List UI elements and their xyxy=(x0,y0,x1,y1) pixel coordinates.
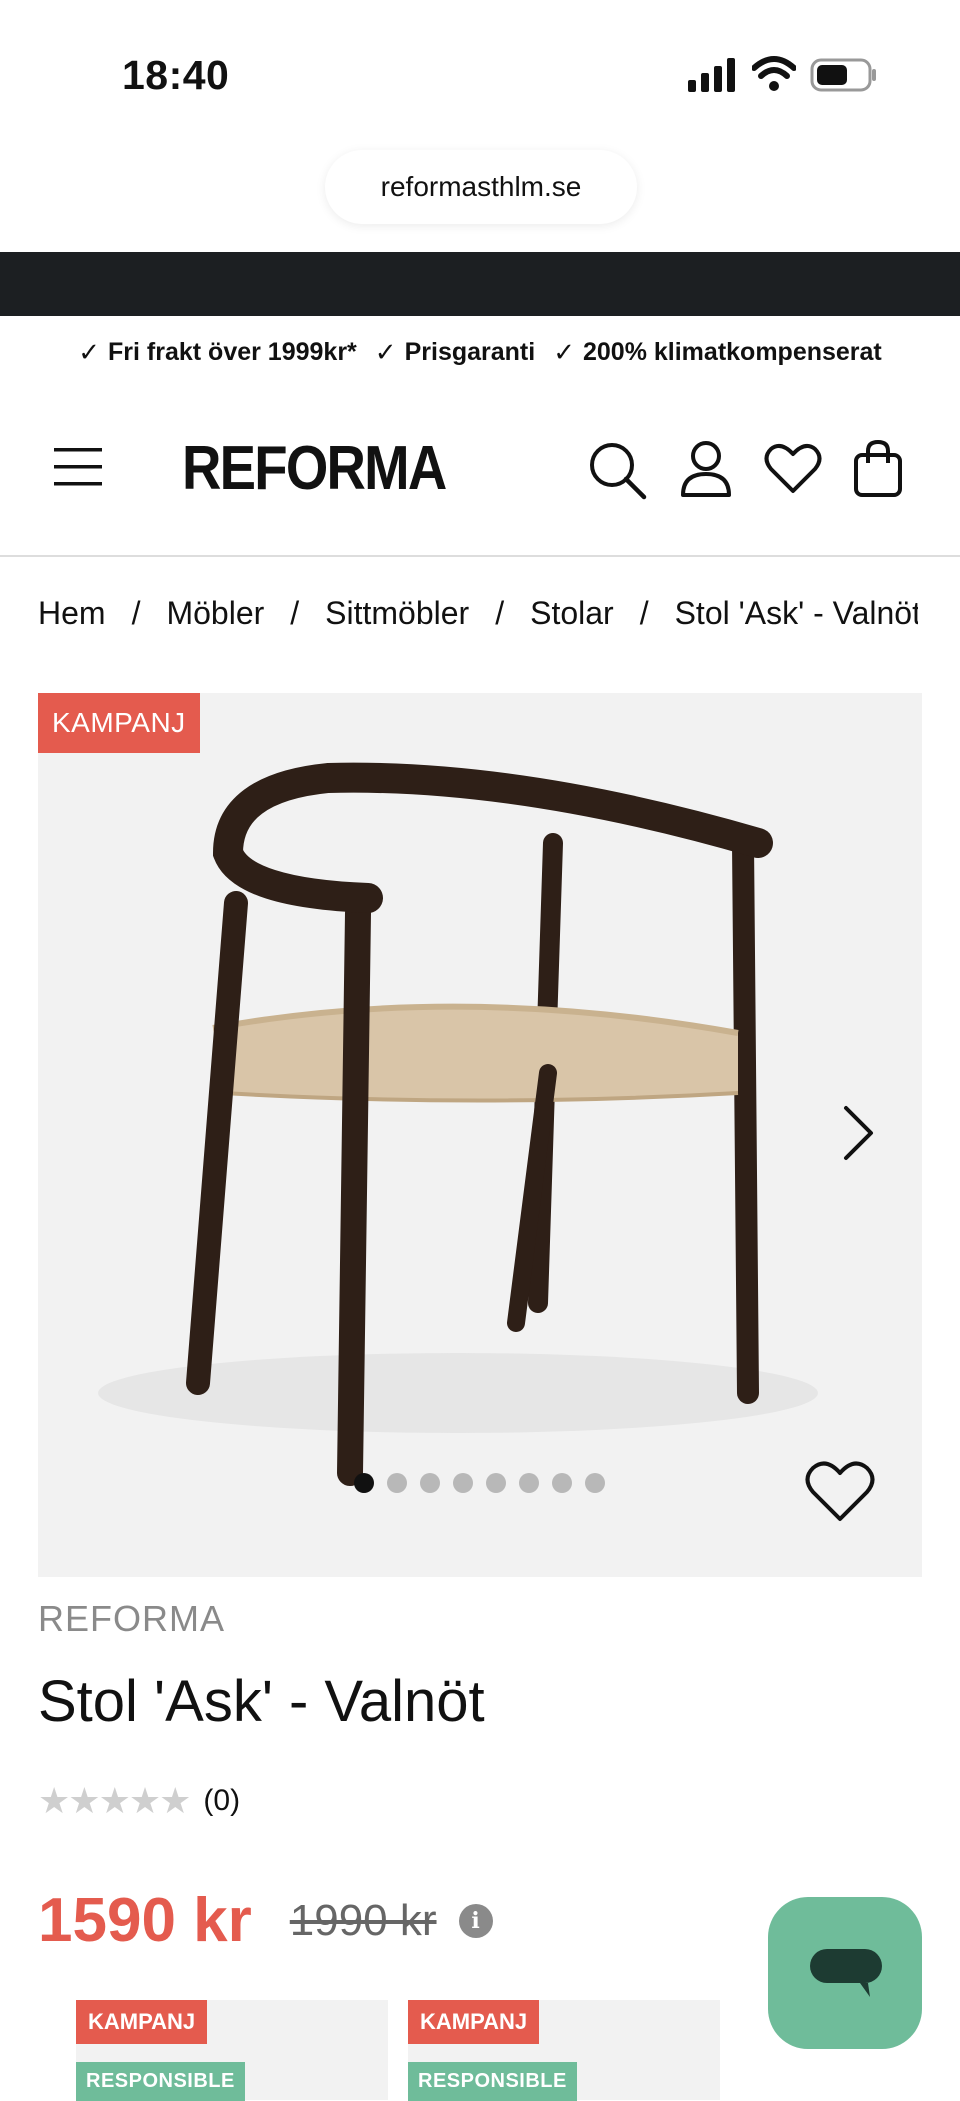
breadcrumb: Hem / Möbler / Sittmöbler / Stolar / Sto… xyxy=(38,595,918,632)
related-product-card[interactable]: KAMPANJ RESPONSIBLE xyxy=(408,2000,720,2101)
review-count: (0) xyxy=(203,1784,241,1817)
breadcrumb-separator: / xyxy=(290,595,300,631)
product-title: Stol 'Ask' - Valnöt xyxy=(38,1669,485,1734)
pagination-dot[interactable] xyxy=(453,1473,473,1493)
star-icon: ★ xyxy=(38,1780,71,1821)
responsible-badge: RESPONSIBLE xyxy=(408,2062,577,2101)
usp-label: 200% klimatkompenserat xyxy=(583,337,882,366)
usp-item: ✓ Fri frakt över 1999kr* xyxy=(78,337,357,368)
star-icon: ★ xyxy=(128,1780,162,1821)
breadcrumb-separator: / xyxy=(639,595,649,631)
logo[interactable]: REFORMA xyxy=(182,433,447,504)
battery-icon xyxy=(810,58,876,92)
campaign-badge: KAMPANJ xyxy=(76,2000,208,2044)
check-icon: ✓ xyxy=(78,336,101,367)
pagination-dot[interactable] xyxy=(486,1473,506,1493)
heart-icon[interactable] xyxy=(764,443,822,495)
chat-icon xyxy=(810,1949,882,1997)
account-icon[interactable] xyxy=(678,439,734,499)
check-icon: ✓ xyxy=(374,336,397,367)
pagination-dot[interactable] xyxy=(519,1473,539,1493)
breadcrumb-link[interactable]: Möbler xyxy=(166,595,264,632)
address-bar[interactable]: reformasthlm.se xyxy=(325,150,637,224)
chair-image xyxy=(98,762,818,1486)
pagination-dot[interactable] xyxy=(354,1473,374,1493)
campaign-badge: KAMPANJ xyxy=(38,693,200,753)
bag-icon[interactable] xyxy=(853,439,903,497)
breadcrumb-current: Stol 'Ask' - Valnöt xyxy=(674,595,918,631)
image-pagination xyxy=(354,1473,605,1493)
product-image-gallery[interactable]: KAMPANJ xyxy=(38,693,922,1577)
signal-icon xyxy=(688,58,735,92)
responsible-badge: RESPONSIBLE xyxy=(76,2062,245,2101)
price-row: 1590 kr 1990 kr i xyxy=(38,1885,493,1956)
breadcrumb-separator: / xyxy=(131,595,141,631)
related-product-card[interactable]: KAMPANJ RESPONSIBLE xyxy=(76,2000,388,2101)
chevron-right-icon[interactable] xyxy=(838,1103,878,1163)
status-time: 18:40 xyxy=(122,52,230,98)
pagination-dot[interactable] xyxy=(552,1473,572,1493)
star-icon: ★ xyxy=(159,1780,192,1821)
star-icon: ★ xyxy=(68,1780,101,1821)
breadcrumb-link[interactable]: Sittmöbler xyxy=(325,595,469,632)
top-banner xyxy=(0,252,960,316)
usp-item: ✓ 200% klimatkompenserat xyxy=(553,337,882,368)
pagination-dot[interactable] xyxy=(420,1473,440,1493)
url-text: reformasthlm.se xyxy=(380,171,582,202)
usp-item: ✓ Prisgaranti xyxy=(375,337,535,368)
breadcrumb-link[interactable]: Hem xyxy=(38,595,106,632)
search-icon[interactable] xyxy=(588,441,648,501)
breadcrumb-link[interactable]: Stolar xyxy=(530,595,614,632)
rating[interactable]: ★ ★ ★ ★ ★ (0) xyxy=(38,1780,240,1822)
breadcrumb-separator: / xyxy=(495,595,505,631)
usp-label: Prisgaranti xyxy=(404,337,536,366)
original-price: 1990 kr xyxy=(289,1895,437,1945)
chat-button[interactable] xyxy=(768,1897,922,2049)
heart-icon[interactable] xyxy=(804,1459,876,1525)
pagination-dot[interactable] xyxy=(387,1473,407,1493)
star-icon: ★ xyxy=(98,1780,131,1821)
wifi-icon xyxy=(752,56,796,91)
site-header: REFORMA xyxy=(0,395,960,557)
check-icon: ✓ xyxy=(553,336,575,367)
usp-bar: ✓ Fri frakt över 1999kr* ✓ Prisgaranti ✓… xyxy=(0,332,960,372)
pagination-dot[interactable] xyxy=(585,1473,605,1493)
campaign-badge: KAMPANJ xyxy=(408,2000,540,2044)
current-price: 1590 kr xyxy=(38,1886,252,1955)
product-brand[interactable]: REFORMA xyxy=(38,1598,225,1640)
usp-label: Fri frakt över 1999kr* xyxy=(108,337,357,366)
info-icon[interactable]: i xyxy=(458,1903,493,1938)
menu-icon[interactable] xyxy=(54,447,104,487)
